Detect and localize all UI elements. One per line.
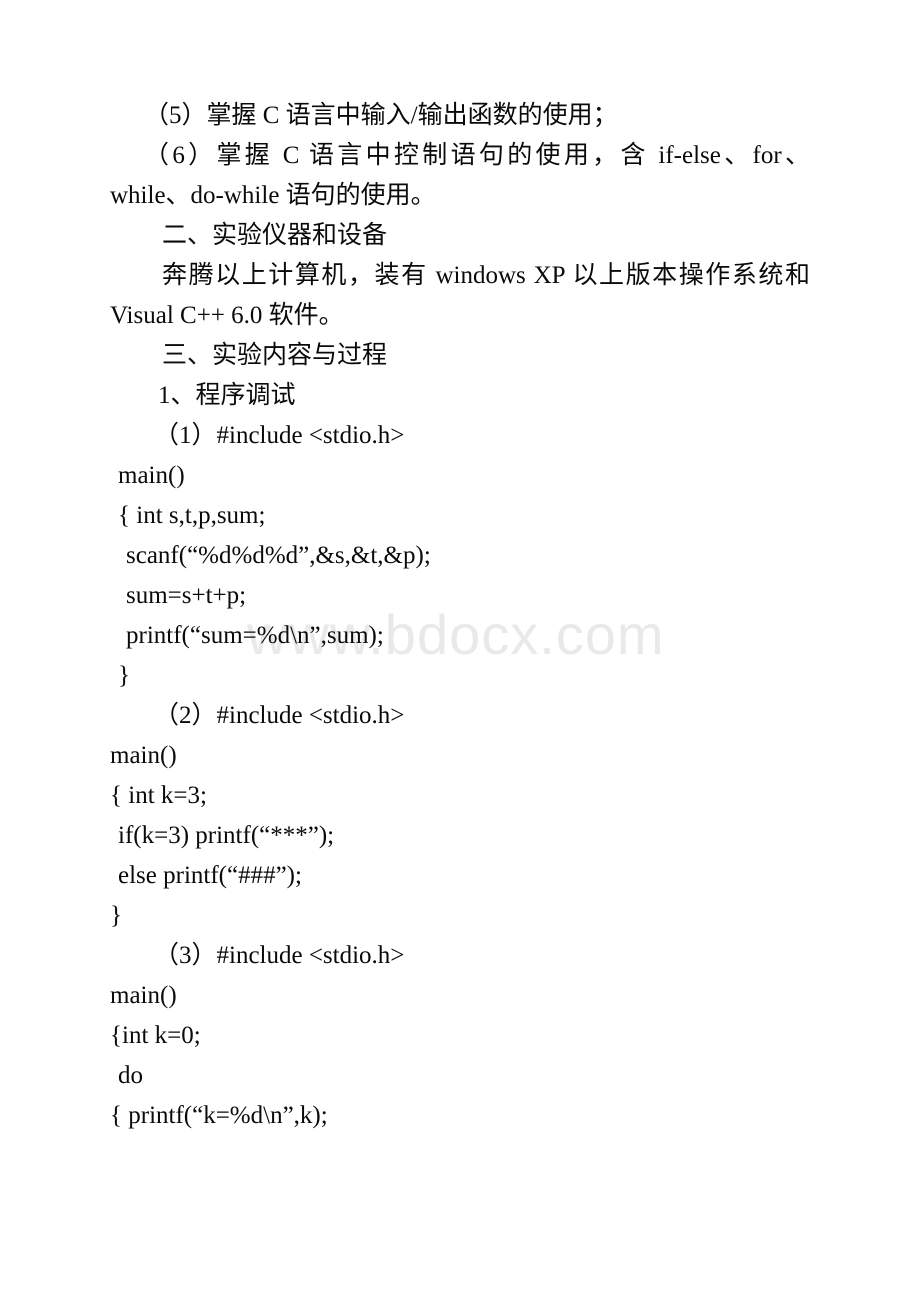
objective-item-6: （6）掌握 C 语言中控制语句的使用，含 if-else、for、while、d…	[110, 142, 810, 209]
program-2-line: }	[110, 902, 122, 929]
program-2-title: （2）#include <stdio.h>	[154, 702, 405, 729]
section-two-heading: 二、实验仪器和设备	[162, 222, 388, 249]
program-2-line: { int k=3;	[110, 782, 207, 809]
program-1-line: }	[118, 662, 130, 689]
program-3-line: {int k=0;	[110, 1022, 201, 1049]
section-three-heading: 三、实验内容与过程	[162, 342, 388, 369]
program-1-line: { int s,t,p,sum;	[118, 502, 266, 529]
section-two-body: 奔腾以上计算机，装有 windows XP 以上版本操作系统和 Visual C…	[110, 262, 810, 329]
section-three-subheading: 1、程序调试	[158, 382, 296, 409]
program-2-line: else printf(“###”);	[118, 862, 302, 889]
program-3-line: main()	[110, 982, 177, 1009]
program-1-line: scanf(“%d%d%d”,&s,&t,&p);	[126, 542, 431, 569]
program-2-line: main()	[110, 742, 177, 769]
document-page: www.bdocx.com （5）掌握 C 语言中输入/输出函数的使用； （6）…	[0, 0, 920, 1302]
objective-item-5: （5）掌握 C 语言中输入/输出函数的使用；	[144, 102, 618, 129]
program-3-line: { printf(“k=%d\n”,k);	[110, 1102, 328, 1129]
program-3-line: do	[118, 1062, 143, 1089]
program-1-line: sum=s+t+p;	[126, 582, 247, 609]
program-3-title: （3）#include <stdio.h>	[154, 942, 405, 969]
program-1-line: main()	[118, 462, 185, 489]
program-1-title: （1）#include <stdio.h>	[154, 422, 405, 449]
program-1-line: printf(“sum=%d\n”,sum);	[126, 622, 384, 649]
document-body: （5）掌握 C 语言中输入/输出函数的使用； （6）掌握 C 语言中控制语句的使…	[110, 96, 810, 1136]
program-2-line: if(k=3) printf(“***”);	[118, 822, 335, 849]
